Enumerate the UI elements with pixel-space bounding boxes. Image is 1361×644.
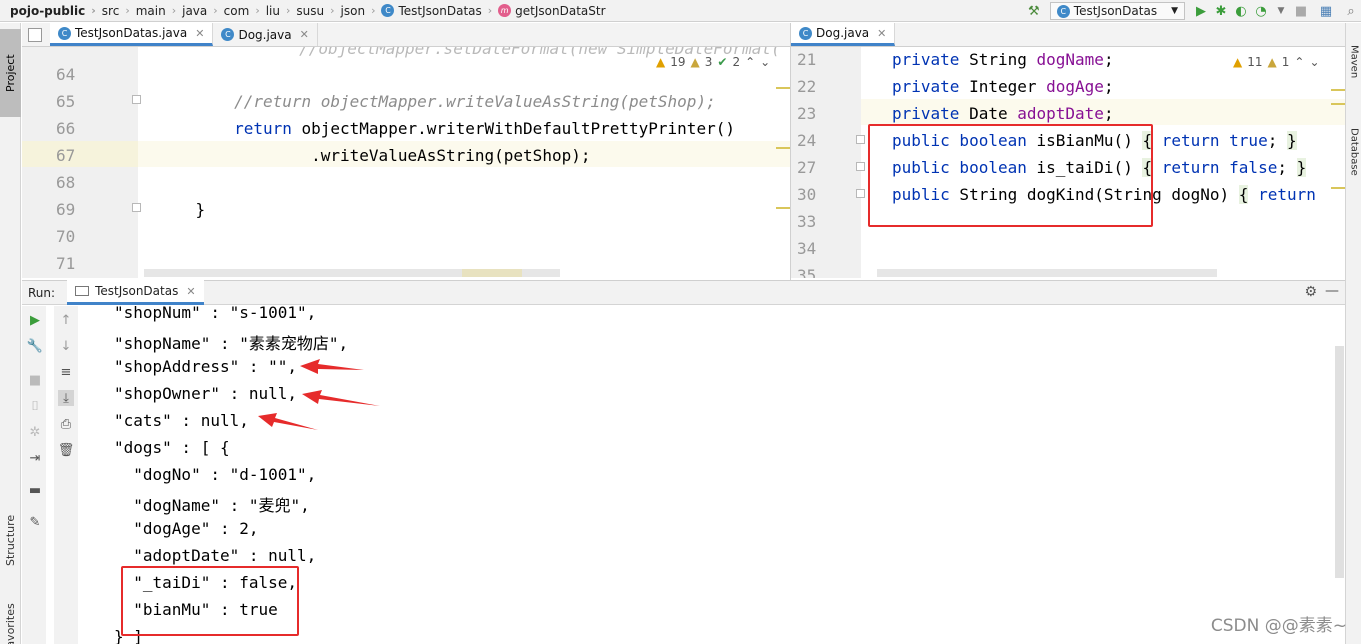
annotation-arrows bbox=[258, 359, 380, 430]
annotation-arrow bbox=[302, 390, 380, 406]
annotation-arrow bbox=[258, 413, 318, 430]
annotation-arrow bbox=[300, 359, 364, 374]
watermark: CSDN @@素素~ bbox=[1210, 616, 1347, 636]
